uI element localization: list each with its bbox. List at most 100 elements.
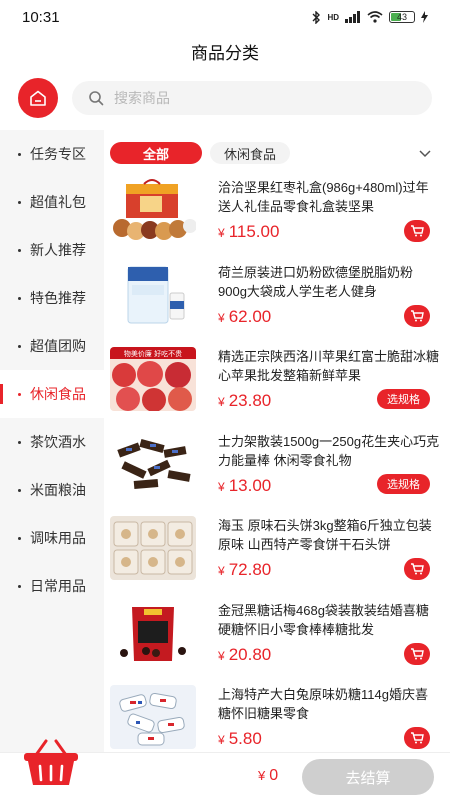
add-to-cart-button[interactable] xyxy=(404,220,430,242)
status-icons: HD 43 xyxy=(311,10,428,24)
sidebar-item-label: 超值团购 xyxy=(30,338,86,354)
bullet-dot xyxy=(18,296,21,300)
price-value: 5.80 xyxy=(228,729,262,748)
product-info: 荷兰原装进口奶粉欧德堡脱脂奶粉900g大袋成人学生老人健身 ¥62.00 xyxy=(218,263,440,341)
product-list: 洽洽坚果红枣礼盒(986g+480ml)过年送人礼佳品零食礼盒装坚果 ¥115.… xyxy=(110,172,440,764)
product-item[interactable]: 金冠黑糖话梅468g袋装散装结婚喜糖硬糖怀旧小零食棒棒糖批发 ¥20.80 xyxy=(110,595,440,680)
sidebar-item-label: 茶饮酒水 xyxy=(30,434,86,450)
add-to-cart-button[interactable] xyxy=(404,558,430,580)
chevron-down-icon[interactable] xyxy=(418,148,432,158)
status-bar: 10:31 HD 43 xyxy=(0,0,450,34)
product-item[interactable]: 海玉 原味石头饼3kg整箱6斤独立包装原味 山西特产零食饼干石头饼 ¥72.80 xyxy=(110,510,440,595)
product-item[interactable]: 洽洽坚果红枣礼盒(986g+480ml)过年送人礼佳品零食礼盒装坚果 ¥115.… xyxy=(110,172,440,257)
currency-symbol: ¥ xyxy=(218,226,225,240)
product-price: ¥62.00 xyxy=(218,307,271,327)
product-image xyxy=(110,516,196,580)
signal-icon xyxy=(345,11,360,23)
wifi-icon xyxy=(367,11,383,23)
sidebar-item-snacks[interactable]: 休闲食品 xyxy=(0,370,104,418)
product-image xyxy=(110,262,196,327)
shopping-basket-icon[interactable] xyxy=(22,739,80,787)
bullet-dot xyxy=(18,536,21,540)
bullet-dot xyxy=(18,248,21,252)
product-image: 物美价廉 好吃不贵 xyxy=(110,347,196,411)
sidebar-item-task-zone[interactable]: 任务专区 xyxy=(0,130,104,178)
bullet-dot xyxy=(18,152,21,156)
bluetooth-icon xyxy=(312,10,321,24)
product-item[interactable]: 物美价廉 好吃不贵 精选正宗陕西洛川苹果红富士脆甜冰糖心苹果批发整箱新鲜苹果 ¥… xyxy=(110,341,440,426)
product-item[interactable]: 上海特产大白兔原味奶糖114g婚庆喜糖怀旧糖果零食 ¥5.80 xyxy=(110,679,440,764)
product-price: ¥23.80 xyxy=(218,391,271,411)
sidebar-item-daily-goods[interactable]: 日常用品 xyxy=(0,562,104,610)
product-image xyxy=(110,431,196,496)
sidebar-item-value-packs[interactable]: 超值礼包 xyxy=(0,178,104,226)
filter-chip-snacks[interactable]: 休闲食品 xyxy=(210,142,291,164)
price-value: 13.00 xyxy=(228,475,272,495)
sidebar-item-label: 调味用品 xyxy=(30,530,86,546)
page-title: 商品分类 xyxy=(191,44,259,63)
sidebar-item-label: 新人推荐 xyxy=(30,242,86,258)
bullet-dot xyxy=(18,440,21,444)
cart-icon xyxy=(411,647,424,659)
charging-icon xyxy=(421,11,428,23)
battery-icon: 43 xyxy=(389,11,415,23)
product-price: ¥13.00 xyxy=(218,476,271,496)
sidebar-item-label: 休闲食品 xyxy=(30,386,86,402)
product-name: 精选正宗陕西洛川苹果红富士脆甜冰糖心苹果批发整箱新鲜苹果 xyxy=(218,349,440,383)
cart-icon xyxy=(411,225,424,237)
product-info: 洽洽坚果红枣礼盒(986g+480ml)过年送人礼佳品零食礼盒装坚果 ¥115.… xyxy=(218,178,440,256)
select-spec-button[interactable]: 选规格 xyxy=(377,473,430,494)
currency-symbol: ¥ xyxy=(218,648,225,663)
price-value: 62.00 xyxy=(228,306,272,326)
product-image xyxy=(110,685,196,749)
product-info: 士力架散装1500g一250g花生夹心巧克力能量棒 休闲零食礼物 ¥13.00 … xyxy=(218,432,440,510)
search-row: 搜索商品 xyxy=(0,76,450,120)
sidebar-item-featured[interactable]: 特色推荐 xyxy=(0,274,104,322)
home-icon xyxy=(30,90,46,106)
product-image xyxy=(110,178,196,242)
product-price: ¥72.80 xyxy=(218,560,271,580)
sidebar-item-condiments[interactable]: 调味用品 xyxy=(0,514,104,562)
cart-icon xyxy=(411,563,424,575)
product-info: 海玉 原味石头饼3kg整箱6斤独立包装原味 山西特产零食饼干石头饼 ¥72.80 xyxy=(218,516,440,594)
cart-icon xyxy=(411,732,424,744)
sidebar-item-grain-oil[interactable]: 米面粮油 xyxy=(0,466,104,514)
add-to-cart-button[interactable] xyxy=(404,642,430,665)
search-placeholder: 搜索商品 xyxy=(114,90,170,106)
total-value: 0 xyxy=(269,767,279,784)
currency-symbol: ¥ xyxy=(218,733,225,747)
sidebar-item-label: 米面粮油 xyxy=(30,482,86,498)
price-value: 23.80 xyxy=(228,391,272,410)
bullet-dot xyxy=(18,200,21,204)
checkout-button[interactable]: 去结算 xyxy=(302,759,434,795)
network-label: HD xyxy=(327,12,339,22)
product-price: ¥5.80 xyxy=(218,729,262,749)
currency-symbol: ¥ xyxy=(258,768,266,783)
sidebar-item-new-user[interactable]: 新人推荐 xyxy=(0,226,104,274)
sidebar-item-label: 日常用品 xyxy=(30,578,86,594)
home-button[interactable] xyxy=(18,78,58,118)
product-name: 金冠黑糖话梅468g袋装散装结婚喜糖硬糖怀旧小零食棒棒糖批发 xyxy=(218,602,429,637)
product-name: 荷兰原装进口奶粉欧德堡脱脂奶粉900g大袋成人学生老人健身 xyxy=(218,264,414,299)
sidebar-item-label: 特色推荐 xyxy=(30,290,86,306)
cart-icon xyxy=(411,309,424,321)
product-info: 金冠黑糖话梅468g袋装散装结婚喜糖硬糖怀旧小零食棒棒糖批发 ¥20.80 xyxy=(218,601,440,679)
product-item[interactable]: 荷兰原装进口奶粉欧德堡脱脂奶粉900g大袋成人学生老人健身 ¥62.00 xyxy=(110,257,440,342)
sidebar-item-group-buy[interactable]: 超值团购 xyxy=(0,322,104,370)
add-to-cart-button[interactable] xyxy=(404,304,430,327)
currency-symbol: ¥ xyxy=(218,479,225,494)
product-name: 上海特产大白兔原味奶糖114g婚庆喜糖怀旧糖果零食 xyxy=(218,687,428,721)
product-info: 精选正宗陕西洛川苹果红富士脆甜冰糖心苹果批发整箱新鲜苹果 ¥23.80 选规格 xyxy=(218,347,440,425)
product-name: 洽洽坚果红枣礼盒(986g+480ml)过年送人礼佳品零食礼盒装坚果 xyxy=(218,180,429,214)
product-item[interactable]: 士力架散装1500g一250g花生夹心巧克力能量棒 休闲零食礼物 ¥13.00 … xyxy=(110,426,440,511)
product-image xyxy=(110,600,196,665)
filter-chip-all[interactable]: 全部 xyxy=(110,142,202,164)
sidebar-item-drinks[interactable]: 茶饮酒水 xyxy=(0,418,104,466)
select-spec-button[interactable]: 选规格 xyxy=(377,389,430,409)
price-value: 72.80 xyxy=(228,560,272,579)
filter-bar: 全部 休闲食品 xyxy=(110,140,440,166)
add-to-cart-button[interactable] xyxy=(404,727,430,749)
image-badge-text: 物美价廉 好吃不贵 xyxy=(124,349,182,358)
product-price: ¥20.80 xyxy=(218,645,271,665)
search-input[interactable]: 搜索商品 xyxy=(72,81,432,115)
